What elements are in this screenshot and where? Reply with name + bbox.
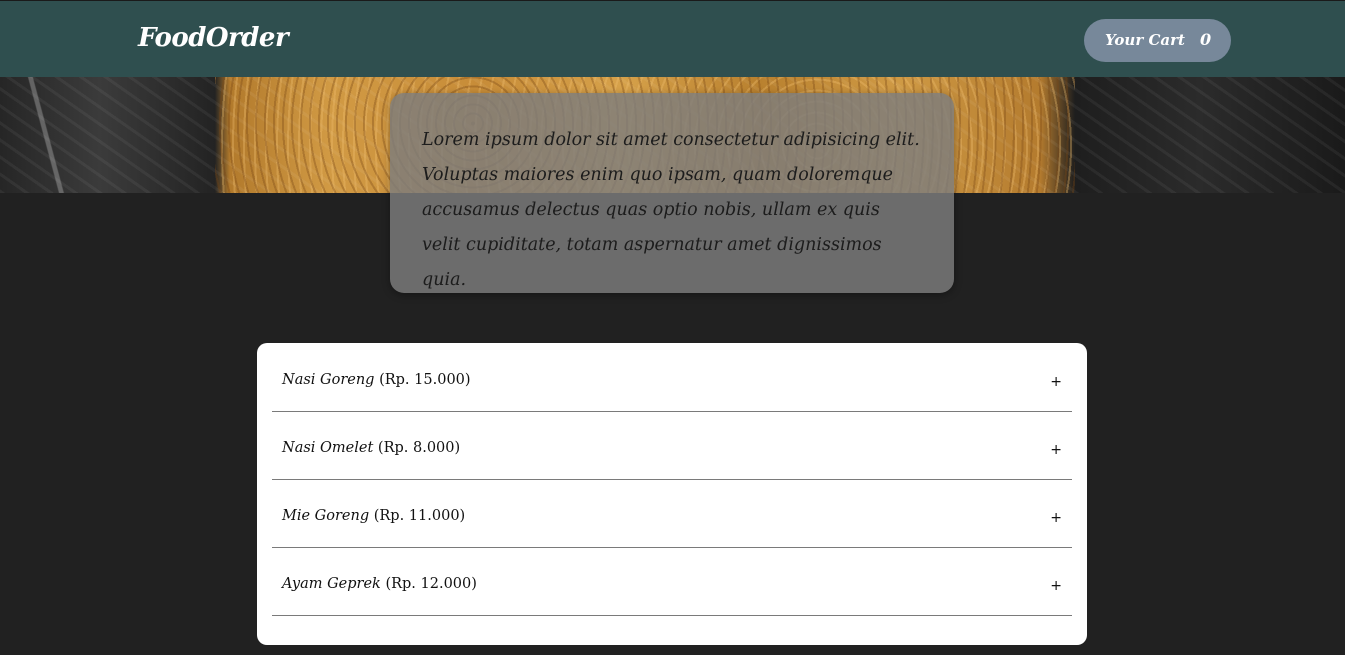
add-to-cart-button[interactable]: + <box>1050 372 1062 392</box>
add-to-cart-button[interactable]: + <box>1050 576 1062 596</box>
cart-label: Your Cart <box>1105 31 1185 49</box>
meal-price: (Rp. 8.000) <box>377 440 461 456</box>
meal-name: Nasi Omelet <box>282 440 374 456</box>
meal-price: (Rp. 15.000) <box>379 372 471 388</box>
meals-list: Nasi Goreng (Rp. 15.000) + Nasi Omelet (… <box>257 343 1087 645</box>
brand-logo: FoodOrder <box>138 23 289 53</box>
meal-name: Nasi Goreng <box>282 372 375 388</box>
meal-item: Ayam Geprek (Rp. 12.000) + <box>272 548 1072 616</box>
meal-title: Ayam Geprek (Rp. 12.000) <box>282 576 477 592</box>
meal-item: Nasi Goreng (Rp. 15.000) + <box>272 344 1072 412</box>
meal-title: Mie Goreng (Rp. 11.000) <box>282 508 465 524</box>
meals-summary-card: Lorem ipsum dolor sit amet consectetur a… <box>390 93 954 293</box>
meal-price: (Rp. 12.000) <box>385 576 477 592</box>
add-to-cart-button[interactable]: + <box>1050 440 1062 460</box>
cart-button[interactable]: Your Cart 0 <box>1084 19 1231 62</box>
summary-text: Lorem ipsum dolor sit amet consectetur a… <box>422 130 920 290</box>
chopstick-decoration <box>10 77 100 193</box>
add-to-cart-button[interactable]: + <box>1050 508 1062 528</box>
cart-count-badge: 0 <box>1200 30 1212 49</box>
meal-price: (Rp. 11.000) <box>373 508 466 524</box>
meal-title: Nasi Omelet (Rp. 8.000) <box>282 440 460 456</box>
meal-item: Mie Goreng (Rp. 11.000) + <box>272 480 1072 548</box>
meal-item: Nasi Omelet (Rp. 8.000) + <box>272 412 1072 480</box>
top-navbar: FoodOrder Your Cart 0 <box>0 0 1345 77</box>
meal-name: Ayam Geprek <box>282 576 381 592</box>
meal-title: Nasi Goreng (Rp. 15.000) <box>282 372 471 388</box>
meal-name: Mie Goreng <box>282 508 370 524</box>
